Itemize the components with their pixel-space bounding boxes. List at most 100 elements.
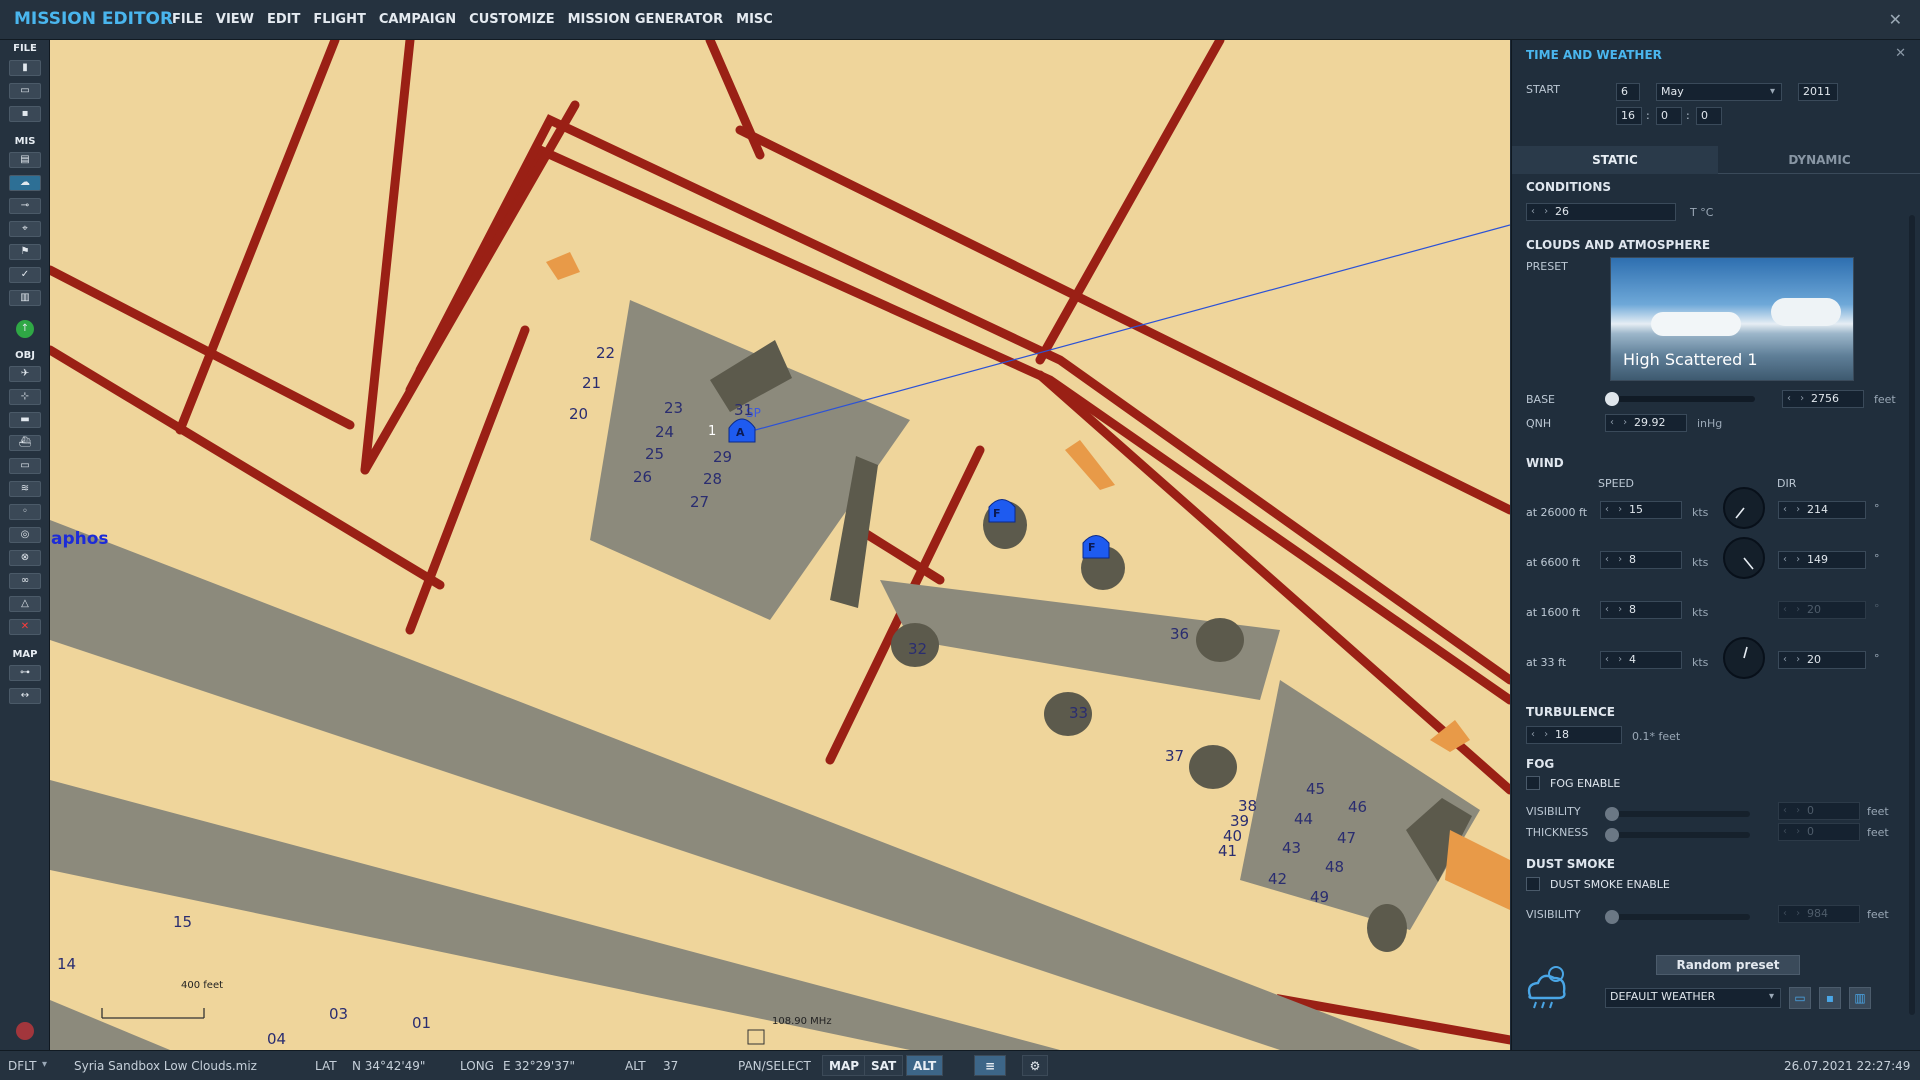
unit-marker-a[interactable]: A [736, 426, 745, 439]
wind-speed-input[interactable]: ‹ › 8 [1600, 551, 1682, 569]
wind-direction-dial[interactable] [1723, 637, 1765, 679]
dust-smoke-enable-checkbox[interactable] [1526, 877, 1540, 891]
wind-dir-input[interactable]: ‹ › 214 [1778, 501, 1866, 519]
pan-select-mode[interactable]: PAN/SELECT [738, 1059, 811, 1073]
delete-preset-icon[interactable]: ▥ [1849, 987, 1871, 1009]
parking-spot-label[interactable]: 25 [645, 445, 664, 463]
fog-enable-checkbox[interactable] [1526, 776, 1540, 790]
parking-spot-label[interactable]: 26 [633, 468, 652, 486]
parking-spot-label[interactable]: 27 [690, 493, 709, 511]
base-slider-knob[interactable] [1605, 392, 1619, 406]
tab-dynamic[interactable]: DYNAMIC [1718, 146, 1920, 174]
menu-mission-generator[interactable]: MISSION GENERATOR [568, 12, 724, 27]
map-canvas[interactable] [50, 40, 1510, 1050]
ground-unit-icon[interactable]: ▬ [9, 412, 41, 428]
parking-spot-label[interactable]: 20 [569, 405, 588, 423]
parking-spot-label[interactable]: 48 [1325, 858, 1344, 876]
turbulence-input[interactable]: ‹ › 18 [1526, 726, 1622, 744]
parking-spot-label[interactable]: 29 [713, 448, 732, 466]
start-year-field[interactable]: 2011 [1798, 83, 1838, 101]
helicopter-icon[interactable]: ⊹ [9, 389, 41, 405]
unit-marker-f1[interactable]: F [993, 507, 1001, 520]
start-day-field[interactable]: 6 [1616, 83, 1640, 101]
temperature-input[interactable]: ‹ › 26 [1526, 203, 1676, 221]
check-icon[interactable]: ✓ [9, 267, 41, 283]
nav-point-icon[interactable]: ⊗ [9, 550, 41, 566]
parking-spot-label[interactable]: 36 [1170, 625, 1189, 643]
template-icon[interactable]: ≋ [9, 481, 41, 497]
menu-edit[interactable]: EDIT [267, 12, 300, 27]
zone-icon[interactable]: ◦ [9, 504, 41, 520]
map-tool-icon[interactable]: ⊶ [9, 665, 41, 681]
start-minute-field[interactable]: 0 [1656, 107, 1682, 125]
aircraft-icon[interactable]: ✈ [9, 366, 41, 382]
mode-select[interactable]: DFLT [8, 1059, 37, 1073]
menu-customize[interactable]: CUSTOMIZE [469, 12, 554, 27]
map-view[interactable]: A F F 1 SP aphos 400 feet 108.90 MHz 22 … [50, 40, 1510, 1050]
parking-spot-label[interactable]: 22 [596, 344, 615, 362]
chevron-down-icon[interactable]: ▾ [42, 1059, 47, 1070]
parking-spot-label[interactable]: 37 [1165, 747, 1184, 765]
parking-spot-label[interactable]: 47 [1337, 829, 1356, 847]
parking-spot-label[interactable]: 31 [734, 401, 753, 419]
briefing-icon[interactable]: ▤ [9, 152, 41, 168]
static-object-icon[interactable]: ▭ [9, 458, 41, 474]
weather-preset-select[interactable]: DEFAULT WEATHER ▾ [1605, 988, 1781, 1008]
unit-marker-f2[interactable]: F [1088, 541, 1096, 554]
weather-icon[interactable]: ☁ [9, 175, 41, 191]
parking-spot-label[interactable]: 46 [1348, 798, 1367, 816]
ruler-icon[interactable]: ↔ [9, 688, 41, 704]
parking-spot-label[interactable]: 49 [1310, 888, 1329, 906]
trigger-zone-icon[interactable]: ⊸ [9, 198, 41, 214]
ship-icon[interactable]: ⛴ [9, 435, 41, 451]
parking-spot-label[interactable]: 41 [1218, 842, 1237, 860]
up-arrow-icon[interactable]: ↑ [16, 320, 34, 338]
random-preset-button[interactable]: Random preset [1656, 955, 1800, 975]
start-second-field[interactable]: 0 [1696, 107, 1722, 125]
parking-spot-label[interactable]: 32 [908, 640, 927, 658]
qnh-input[interactable]: ‹ › 29.92 [1605, 414, 1687, 432]
base-input[interactable]: ‹ › 2756 [1782, 390, 1864, 408]
layout-icon[interactable]: ▥ [9, 290, 41, 306]
parking-spot-label[interactable]: 23 [664, 399, 683, 417]
menu-campaign[interactable]: CAMPAIGN [379, 12, 456, 27]
groups-icon[interactable]: ∞ [9, 573, 41, 589]
save-mission-icon[interactable]: ▪ [9, 106, 41, 122]
parking-spot-label[interactable]: 03 [329, 1005, 348, 1023]
wind-dir-input[interactable]: ‹ › 149 [1778, 551, 1866, 569]
wind-speed-input[interactable]: ‹ › 8 [1600, 601, 1682, 619]
tab-static[interactable]: STATIC [1512, 146, 1718, 174]
open-mission-icon[interactable]: ▭ [9, 83, 41, 99]
wind-speed-input[interactable]: ‹ › 15 [1600, 501, 1682, 519]
flag-icon[interactable]: ⚑ [9, 244, 41, 260]
start-hour-field[interactable]: 16 [1616, 107, 1642, 125]
layers-icon[interactable]: ≡ [974, 1055, 1006, 1076]
menu-view[interactable]: VIEW [216, 12, 254, 27]
panel-close-icon[interactable]: ✕ [1895, 46, 1906, 61]
parking-spot-label[interactable]: 01 [412, 1014, 431, 1032]
wind-dir-input[interactable]: ‹ › 20 [1778, 651, 1866, 669]
parking-spot-label[interactable]: 24 [655, 423, 674, 441]
menu-flight[interactable]: FLIGHT [313, 12, 365, 27]
parking-spot-label[interactable]: 28 [703, 470, 722, 488]
parking-spot-label[interactable]: 45 [1306, 780, 1325, 798]
wind-direction-dial[interactable] [1723, 537, 1765, 579]
window-close-icon[interactable]: ✕ [1889, 10, 1902, 29]
parking-spot-label[interactable]: 14 [57, 955, 76, 973]
parking-spot-label[interactable]: 33 [1069, 704, 1088, 722]
delete-icon[interactable]: ✕ [9, 619, 41, 635]
start-month-select[interactable]: May ▾ [1656, 83, 1782, 101]
target-icon[interactable]: ⌖ [9, 221, 41, 237]
new-mission-icon[interactable]: ▮ [9, 60, 41, 76]
circle-zone-icon[interactable]: ◎ [9, 527, 41, 543]
parking-spot-label[interactable]: 43 [1282, 839, 1301, 857]
parking-spot-label[interactable]: 15 [173, 913, 192, 931]
save-preset-icon[interactable]: ▪ [1819, 987, 1841, 1009]
panel-scrollbar[interactable] [1909, 215, 1915, 1015]
wind-speed-input[interactable]: ‹ › 4 [1600, 651, 1682, 669]
power-icon[interactable] [16, 1022, 34, 1040]
cloud-preset-image[interactable]: High Scattered 1 [1610, 257, 1854, 381]
parking-spot-label[interactable]: 42 [1268, 870, 1287, 888]
wind-direction-dial[interactable] [1723, 487, 1765, 529]
map-mode-button[interactable]: MAP [822, 1055, 867, 1076]
